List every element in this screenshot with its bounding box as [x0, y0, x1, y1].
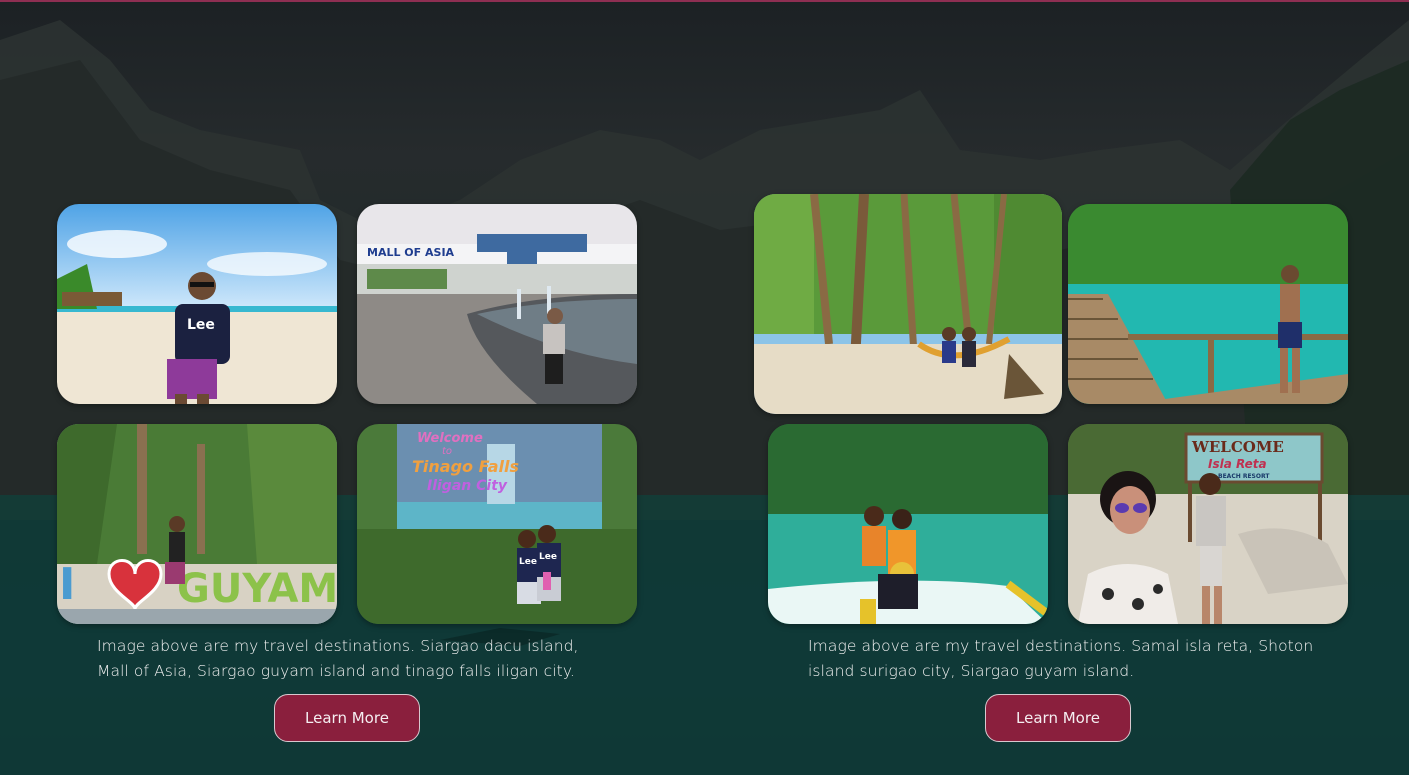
svg-text:MALL OF ASIA: MALL OF ASIA	[367, 246, 455, 259]
svg-text:Lee: Lee	[519, 557, 537, 567]
left-gallery-caption: Image above are my travel destinations. …	[97, 637, 579, 680]
svg-text:Lee: Lee	[187, 317, 215, 333]
svg-text:Isla Reta: Isla Reta	[1208, 457, 1267, 471]
left-learn-more-button[interactable]: Learn More	[274, 694, 420, 742]
svg-text:Lee: Lee	[539, 552, 557, 562]
photo-tinago-falls: Welcome to Tinago Falls Iligan City Lee …	[357, 424, 637, 624]
photo-shoton-island-lagoon	[1068, 204, 1348, 404]
svg-text:BEACH RESORT: BEACH RESORT	[1218, 473, 1270, 480]
svg-text:Tinago Falls: Tinago Falls	[412, 457, 519, 476]
svg-text:Welcome: Welcome	[417, 431, 483, 446]
photo-mall-of-asia: MALL OF ASIA	[357, 204, 637, 404]
svg-text:to: to	[442, 446, 452, 457]
photo-samal-isla-reta-palms	[754, 194, 1062, 414]
svg-text:I: I	[59, 559, 75, 610]
photo-isla-reta-welcome: WELCOME Isla Reta BEACH RESORT	[1068, 424, 1348, 624]
photo-siargao-dacu-island: Lee	[57, 204, 337, 404]
svg-text:Iligan City: Iligan City	[427, 478, 508, 494]
right-gallery-caption: Image above are my travel destinations. …	[808, 637, 1314, 680]
right-learn-more-button[interactable]: Learn More	[985, 694, 1131, 742]
svg-text:GUYAM: GUYAM	[177, 566, 337, 612]
svg-text:WELCOME: WELCOME	[1191, 438, 1284, 456]
photo-siargao-guyam-island: I GUYAM	[57, 424, 337, 624]
photo-lagoon-boat-ride	[768, 424, 1048, 624]
